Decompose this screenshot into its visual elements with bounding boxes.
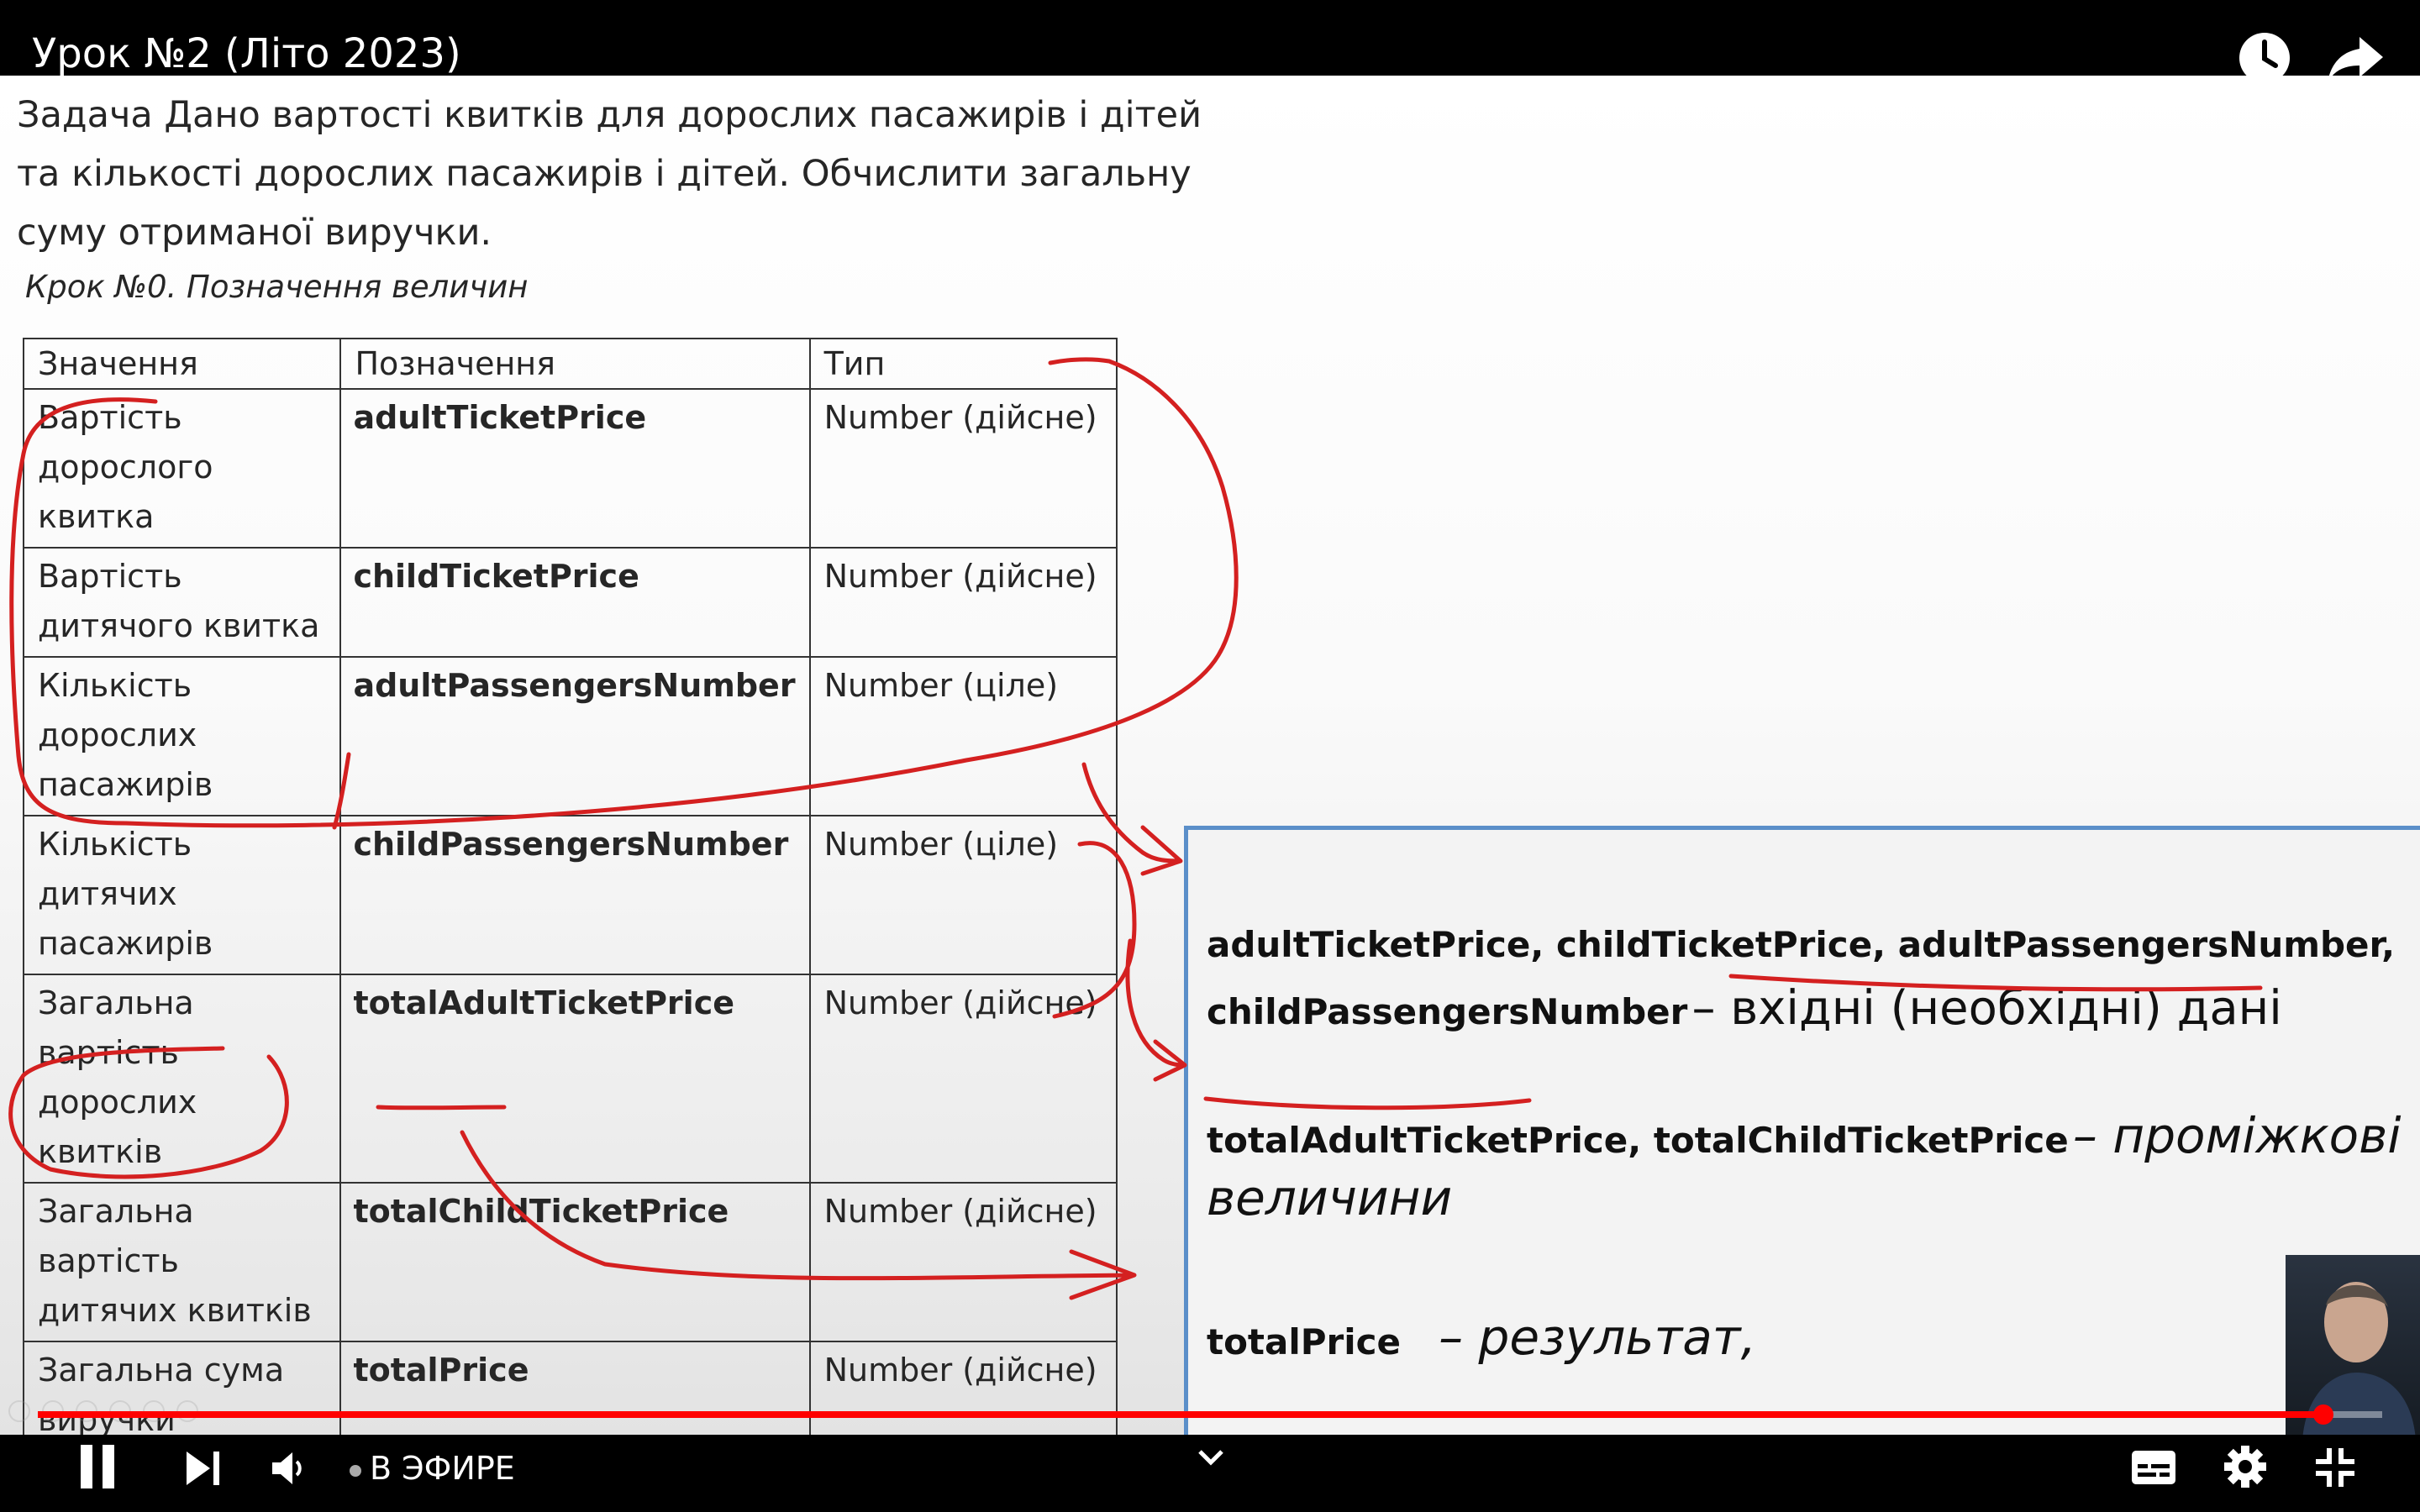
cell-type: Number (дійсне) [808, 1182, 1118, 1342]
panel-line-result: totalPrice – результат, [1207, 1309, 1756, 1366]
intermediate-label-cont: величини [1207, 1169, 1453, 1226]
explanation-panel: adultTicketPrice, childTicketPrice, adul… [1184, 826, 2420, 1435]
live-badge[interactable]: В ЭФИРЕ [350, 1450, 515, 1487]
exit-fullscreen-icon[interactable] [2314, 1446, 2356, 1488]
video-title[interactable]: Урок №2 (Літо 2023) [32, 30, 461, 77]
table-row: Кількість дорослих пасажирів adultPassen… [22, 656, 1118, 816]
cell-type: Number (ціле) [808, 815, 1118, 975]
volume-icon[interactable] [271, 1450, 308, 1487]
panel-line-intermediate: totalAdultTicketPrice, totalChildTicketP… [1207, 1107, 2401, 1164]
table-row: Вартість дорослого квитка adultTicketPri… [22, 388, 1118, 549]
cell-identifier: adultPassengersNumber [339, 656, 811, 816]
cell-identifier: childPassengersNumber [339, 815, 811, 975]
cell-type: Number (дійсне) [808, 547, 1118, 658]
cell-identifier: totalPrice [339, 1341, 811, 1435]
subtitles-icon[interactable] [2131, 1450, 2176, 1485]
header-designation: Позначення [339, 338, 811, 390]
cell-identifier: totalAdultTicketPrice [339, 974, 811, 1184]
presentation-slide: Задача Дано вартості квитків для доросли… [0, 76, 2420, 1435]
step-heading: Крок №0. Позначення величин [25, 269, 529, 305]
cell-identifier: adultTicketPrice [339, 388, 811, 549]
table-row: Загальна вартість дорослих квитків total… [22, 974, 1118, 1184]
table-header-row: Значення Позначення Тип [22, 338, 1118, 390]
next-icon[interactable] [185, 1450, 222, 1487]
cell-type: Number (дійсне) [808, 974, 1118, 1184]
cell-value: Вартість дитячого квитка [22, 547, 342, 658]
panel-line-input-label: childPassengersNumber – вхідні (необхідн… [1207, 981, 2282, 1036]
progress-scrubber[interactable] [2313, 1404, 2333, 1425]
gear-icon[interactable] [2223, 1445, 2267, 1488]
cell-value: Загальна вартість дитячих квитків [22, 1182, 342, 1342]
input-vars-list: adultTicketPrice, childTicketPrice, adul… [1207, 924, 2396, 965]
progress-fill [38, 1411, 2323, 1418]
video-player[interactable]: Урок №2 (Літо 2023) Задача Дано вартості… [0, 0, 2420, 1512]
table-row: Кількість дитячих пасажирів childPasseng… [22, 815, 1118, 975]
result-label: – результат, [1439, 1309, 1757, 1366]
input-var-last: childPassengersNumber [1207, 991, 1688, 1032]
panel-line-intermediate-cont: величини [1207, 1169, 1452, 1226]
input-data-label: – вхідні (необхідні) дані [1691, 981, 2282, 1036]
table-row: Вартість дитячого квитка childTicketPric… [22, 547, 1118, 658]
panel-line-input-vars: adultTicketPrice, childTicketPrice, adul… [1207, 924, 2395, 965]
cell-type: Number (дійсне) [808, 1341, 1118, 1435]
pause-icon[interactable] [77, 1443, 119, 1490]
cell-identifier: childTicketPrice [339, 547, 811, 658]
cell-value: Загальна вартість дорослих квитків [22, 974, 342, 1184]
result-var: totalPrice [1207, 1321, 1402, 1362]
cell-value: Вартість дорослого квитка [22, 388, 342, 549]
cell-identifier: totalChildTicketPrice [339, 1182, 811, 1342]
header-type: Тип [808, 338, 1118, 390]
clock-icon[interactable] [2235, 29, 2294, 87]
variables-table: Значення Позначення Тип Вартість доросло… [22, 338, 1118, 1435]
task-description: Задача Дано вартості квитків для доросли… [17, 94, 1202, 254]
player-top-bar: Урок №2 (Літо 2023) [0, 0, 2420, 83]
intermediate-vars-list: totalAdultTicketPrice, totalChildTicketP… [1207, 1120, 2069, 1161]
share-icon[interactable] [2326, 34, 2385, 84]
cell-value: Кількість дорослих пасажирів [22, 656, 342, 816]
chevron-down-icon[interactable] [1197, 1448, 1225, 1467]
cell-value: Кількість дитячих пасажирів [22, 815, 342, 975]
cell-type: Number (дійсне) [808, 388, 1118, 549]
table-row: Загальна вартість дитячих квитків totalC… [22, 1182, 1118, 1342]
cell-type: Number (ціле) [808, 656, 1118, 816]
header-value: Значення [22, 338, 342, 390]
live-label: В ЭФИРЕ [370, 1450, 515, 1487]
intermediate-label: – проміжкові [2072, 1107, 2402, 1164]
live-dot [350, 1464, 361, 1477]
